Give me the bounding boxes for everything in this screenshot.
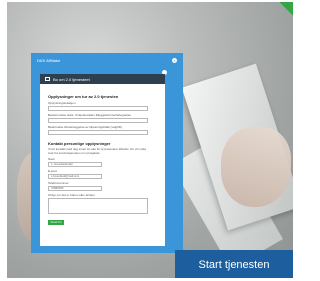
info-paragraph: Vi tar kontakt med deg innen én uke for … xyxy=(48,147,147,155)
field-label: Telefonnummer xyxy=(48,181,69,186)
close-icon[interactable]: × xyxy=(172,57,177,63)
text-field[interactable] xyxy=(48,130,148,135)
text-field[interactable] xyxy=(48,106,148,111)
form-body: Opplysninger om tur av 2.0 tjenesten Opp… xyxy=(40,84,165,226)
name-field[interactable]: s. Hovedsekretær xyxy=(48,162,102,168)
field-label: Navn xyxy=(48,157,56,162)
app-topbar: DIGI Affiliator × xyxy=(31,53,183,67)
text-field[interactable] xyxy=(48,118,148,123)
section-title: Kontakt personlige opplysninger xyxy=(48,141,111,146)
field-label: E-post xyxy=(48,169,57,174)
chart-icon xyxy=(45,77,50,81)
comment-textarea[interactable] xyxy=(48,198,148,215)
form-title: Bo om 2.0 tjenesteet xyxy=(53,76,90,82)
email-field[interactable]: s.hovedsek@mail.com xyxy=(48,174,102,180)
field-label: Bestemmelse stats. Uniquelocation tilleg… xyxy=(48,113,131,117)
start-service-button[interactable]: Start tjenesten xyxy=(175,250,293,278)
start-service-label: Start tjenesten xyxy=(198,259,270,271)
app-title: DIGI Affiliator xyxy=(37,57,61,63)
status-ribbon-label: LANSERT xyxy=(268,2,293,18)
phone-field[interactable]: 47880000 xyxy=(48,186,102,192)
field-label: Beskrivelse tilretterleggelse av tilpasn… xyxy=(48,125,123,129)
photo-hand-right xyxy=(221,127,291,207)
form-card: Bo om 2.0 tjenesteet Opplysninger om tur… xyxy=(40,74,165,246)
service-tile: LANSERT DIGI Affiliator × Bo om 2.0 tjen… xyxy=(7,2,293,278)
app-screenshot: DIGI Affiliator × Bo om 2.0 tjenesteet O… xyxy=(31,53,183,253)
field-label: Opplysningslokasjon xyxy=(48,101,76,105)
status-ribbon: LANSERT xyxy=(231,2,293,54)
field-label: Utdyp om det er behov eller ønsker xyxy=(48,193,95,198)
section-title: Opplysninger om tur av 2.0 tjenesten xyxy=(48,94,119,99)
form-header: Bo om 2.0 tjenesteet xyxy=(40,74,165,84)
send-button[interactable]: Send inn xyxy=(48,220,64,226)
